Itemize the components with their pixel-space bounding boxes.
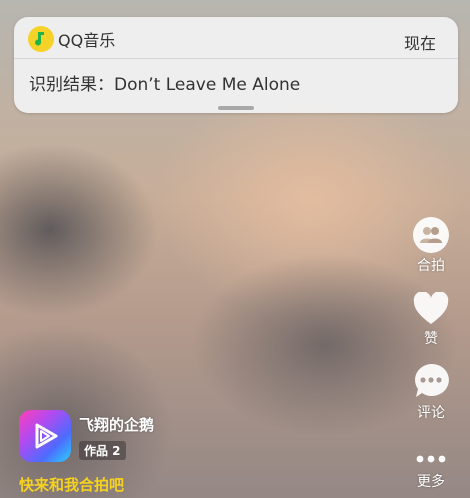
notification-app-row: QQ音乐 xyxy=(28,26,115,52)
author-name[interactable]: 飞翔的企鹅 xyxy=(79,414,154,435)
qq-music-notification[interactable]: QQ音乐 现在 识别结果：Don’t Leave Me Alone xyxy=(14,17,458,113)
notification-body: 识别结果：Don’t Leave Me Alone xyxy=(29,75,301,95)
qq-music-logo-icon xyxy=(28,26,54,52)
like-button[interactable]: 赞 xyxy=(406,291,456,348)
duet-button[interactable]: 合拍 xyxy=(406,217,456,275)
more-button[interactable]: 更多 xyxy=(406,451,456,491)
duet-invite-text: 快来和我合拍吧 xyxy=(19,476,125,494)
duet-label: 合拍 xyxy=(417,258,445,274)
works-count-badge: 作品 2 xyxy=(79,441,126,460)
comment-icon xyxy=(412,362,450,400)
comment-label: 评论 xyxy=(417,405,445,421)
notification-app-name: QQ音乐 xyxy=(58,31,116,50)
notification-divider xyxy=(14,58,458,59)
notification-time: 现在 xyxy=(403,34,436,53)
like-label: 赞 xyxy=(424,331,438,347)
duet-icon xyxy=(413,217,449,253)
heart-icon xyxy=(413,291,449,326)
more-dots-icon xyxy=(413,451,449,465)
comment-button[interactable]: 评论 xyxy=(406,362,456,422)
notification-drag-handle[interactable] xyxy=(218,106,254,110)
video-app-icon[interactable] xyxy=(19,410,71,462)
more-label: 更多 xyxy=(417,474,445,490)
